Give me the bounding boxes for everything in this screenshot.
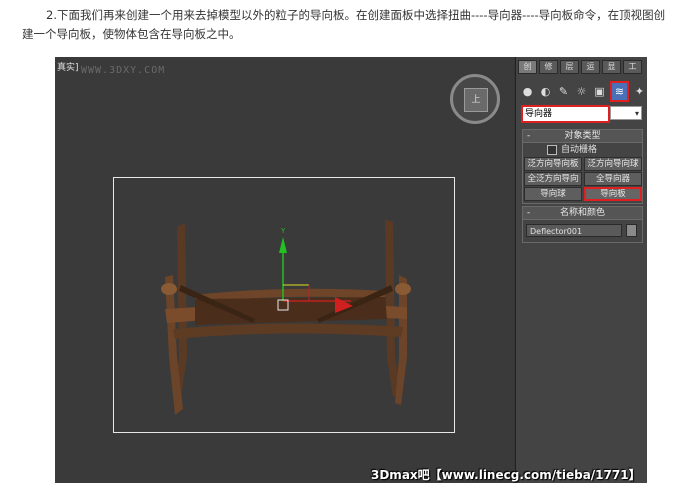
- geometry-icon[interactable]: ●: [520, 84, 535, 99]
- deflector-button[interactable]: 导向板: [584, 187, 642, 201]
- create-category-row: ● ◐ ✎ ☼ ▣ ≋ ✦: [520, 80, 647, 102]
- object-type-title: 对象类型: [564, 131, 601, 141]
- name-color-title: 名称和颜色: [559, 208, 605, 218]
- perspective-viewport[interactable]: 真实] WWW.3DXY.COM 上 Y: [55, 57, 591, 483]
- autogrid-checkbox[interactable]: [547, 144, 557, 155]
- article-paragraph: 2.下面我们再来创建一个用来去掉模型以外的粒子的导向板。在创建面板中选择扭曲--…: [22, 6, 672, 44]
- collapse-icon[interactable]: -: [527, 207, 530, 219]
- all-deflector-button[interactable]: 全导向器: [584, 172, 642, 186]
- object-name-field[interactable]: Deflector001: [526, 224, 622, 237]
- systems-icon[interactable]: ✦: [632, 84, 647, 99]
- tab-motion[interactable]: 运: [581, 60, 600, 74]
- object-type-rollout: - 对象类型 自动栅格 泛方向导向板 泛方向导向球 全泛方向导向 全导向器 导向…: [522, 129, 643, 204]
- tab-modify[interactable]: 修: [539, 60, 558, 74]
- bench-model: Y: [161, 219, 411, 415]
- name-row: Deflector001: [523, 220, 642, 242]
- object-type-buttons: 泛方向导向板 泛方向导向球 全泛方向导向 全导向器 导向球 导向板: [523, 157, 642, 203]
- gizmo-y-label: Y: [280, 227, 286, 235]
- intro-text: 2.下面我们再来创建一个用来去掉模型以外的粒子的导向板。在创建面板中选择扭曲--…: [22, 8, 666, 41]
- udeflector-button[interactable]: 全泛方向导向: [524, 172, 582, 186]
- object-color-swatch[interactable]: [626, 224, 637, 237]
- sdeflector-button[interactable]: 泛方向导向球: [584, 157, 642, 171]
- object-type-header[interactable]: - 对象类型: [523, 130, 642, 143]
- collapse-icon[interactable]: -: [527, 130, 530, 142]
- spacewarps-icon[interactable]: ≋: [610, 80, 629, 102]
- autogrid-row[interactable]: 自动栅格: [523, 143, 642, 157]
- command-panel: 创 修 层 运 显 工 ● ◐ ✎ ☼ ▣ ≋ ✦ 导向器 ▾ - 对象类型 自…: [515, 57, 647, 483]
- max-screenshot: 真实] WWW.3DXY.COM 上 Y 创 修 层 运 显 工 ● ◐ ✎ ☼…: [55, 57, 647, 483]
- forum-watermark: 3Dmax吧【www.linecg.com/tieba/1771】: [371, 468, 641, 482]
- left-cap: [161, 283, 177, 295]
- sphere-deflector-button[interactable]: 导向球: [524, 187, 582, 201]
- shapes-icon[interactable]: ◐: [538, 84, 553, 99]
- dropdown-arrow[interactable]: ▾: [610, 106, 642, 120]
- tab-hierarchy[interactable]: 层: [560, 60, 579, 74]
- seat-bottom-rail: [173, 323, 403, 339]
- spacewarp-type-dropdown[interactable]: 导向器: [521, 105, 610, 123]
- lights-icon[interactable]: ✎: [556, 84, 571, 99]
- tab-create[interactable]: 创: [518, 60, 537, 74]
- name-color-header[interactable]: - 名称和颜色: [523, 207, 642, 220]
- right-cap: [395, 283, 411, 295]
- name-color-rollout: - 名称和颜色 Deflector001: [522, 206, 643, 243]
- podeflector-button[interactable]: 泛方向导向板: [524, 157, 582, 171]
- tab-display[interactable]: 显: [602, 60, 621, 74]
- gizmo-y-arrow: [279, 237, 287, 253]
- command-panel-tabs: 创 修 层 运 显 工: [518, 60, 646, 74]
- autogrid-label: 自动栅格: [561, 145, 598, 155]
- helpers-icon[interactable]: ▣: [592, 84, 607, 99]
- cameras-icon[interactable]: ☼: [574, 84, 589, 99]
- tab-utilities[interactable]: 工: [623, 60, 642, 74]
